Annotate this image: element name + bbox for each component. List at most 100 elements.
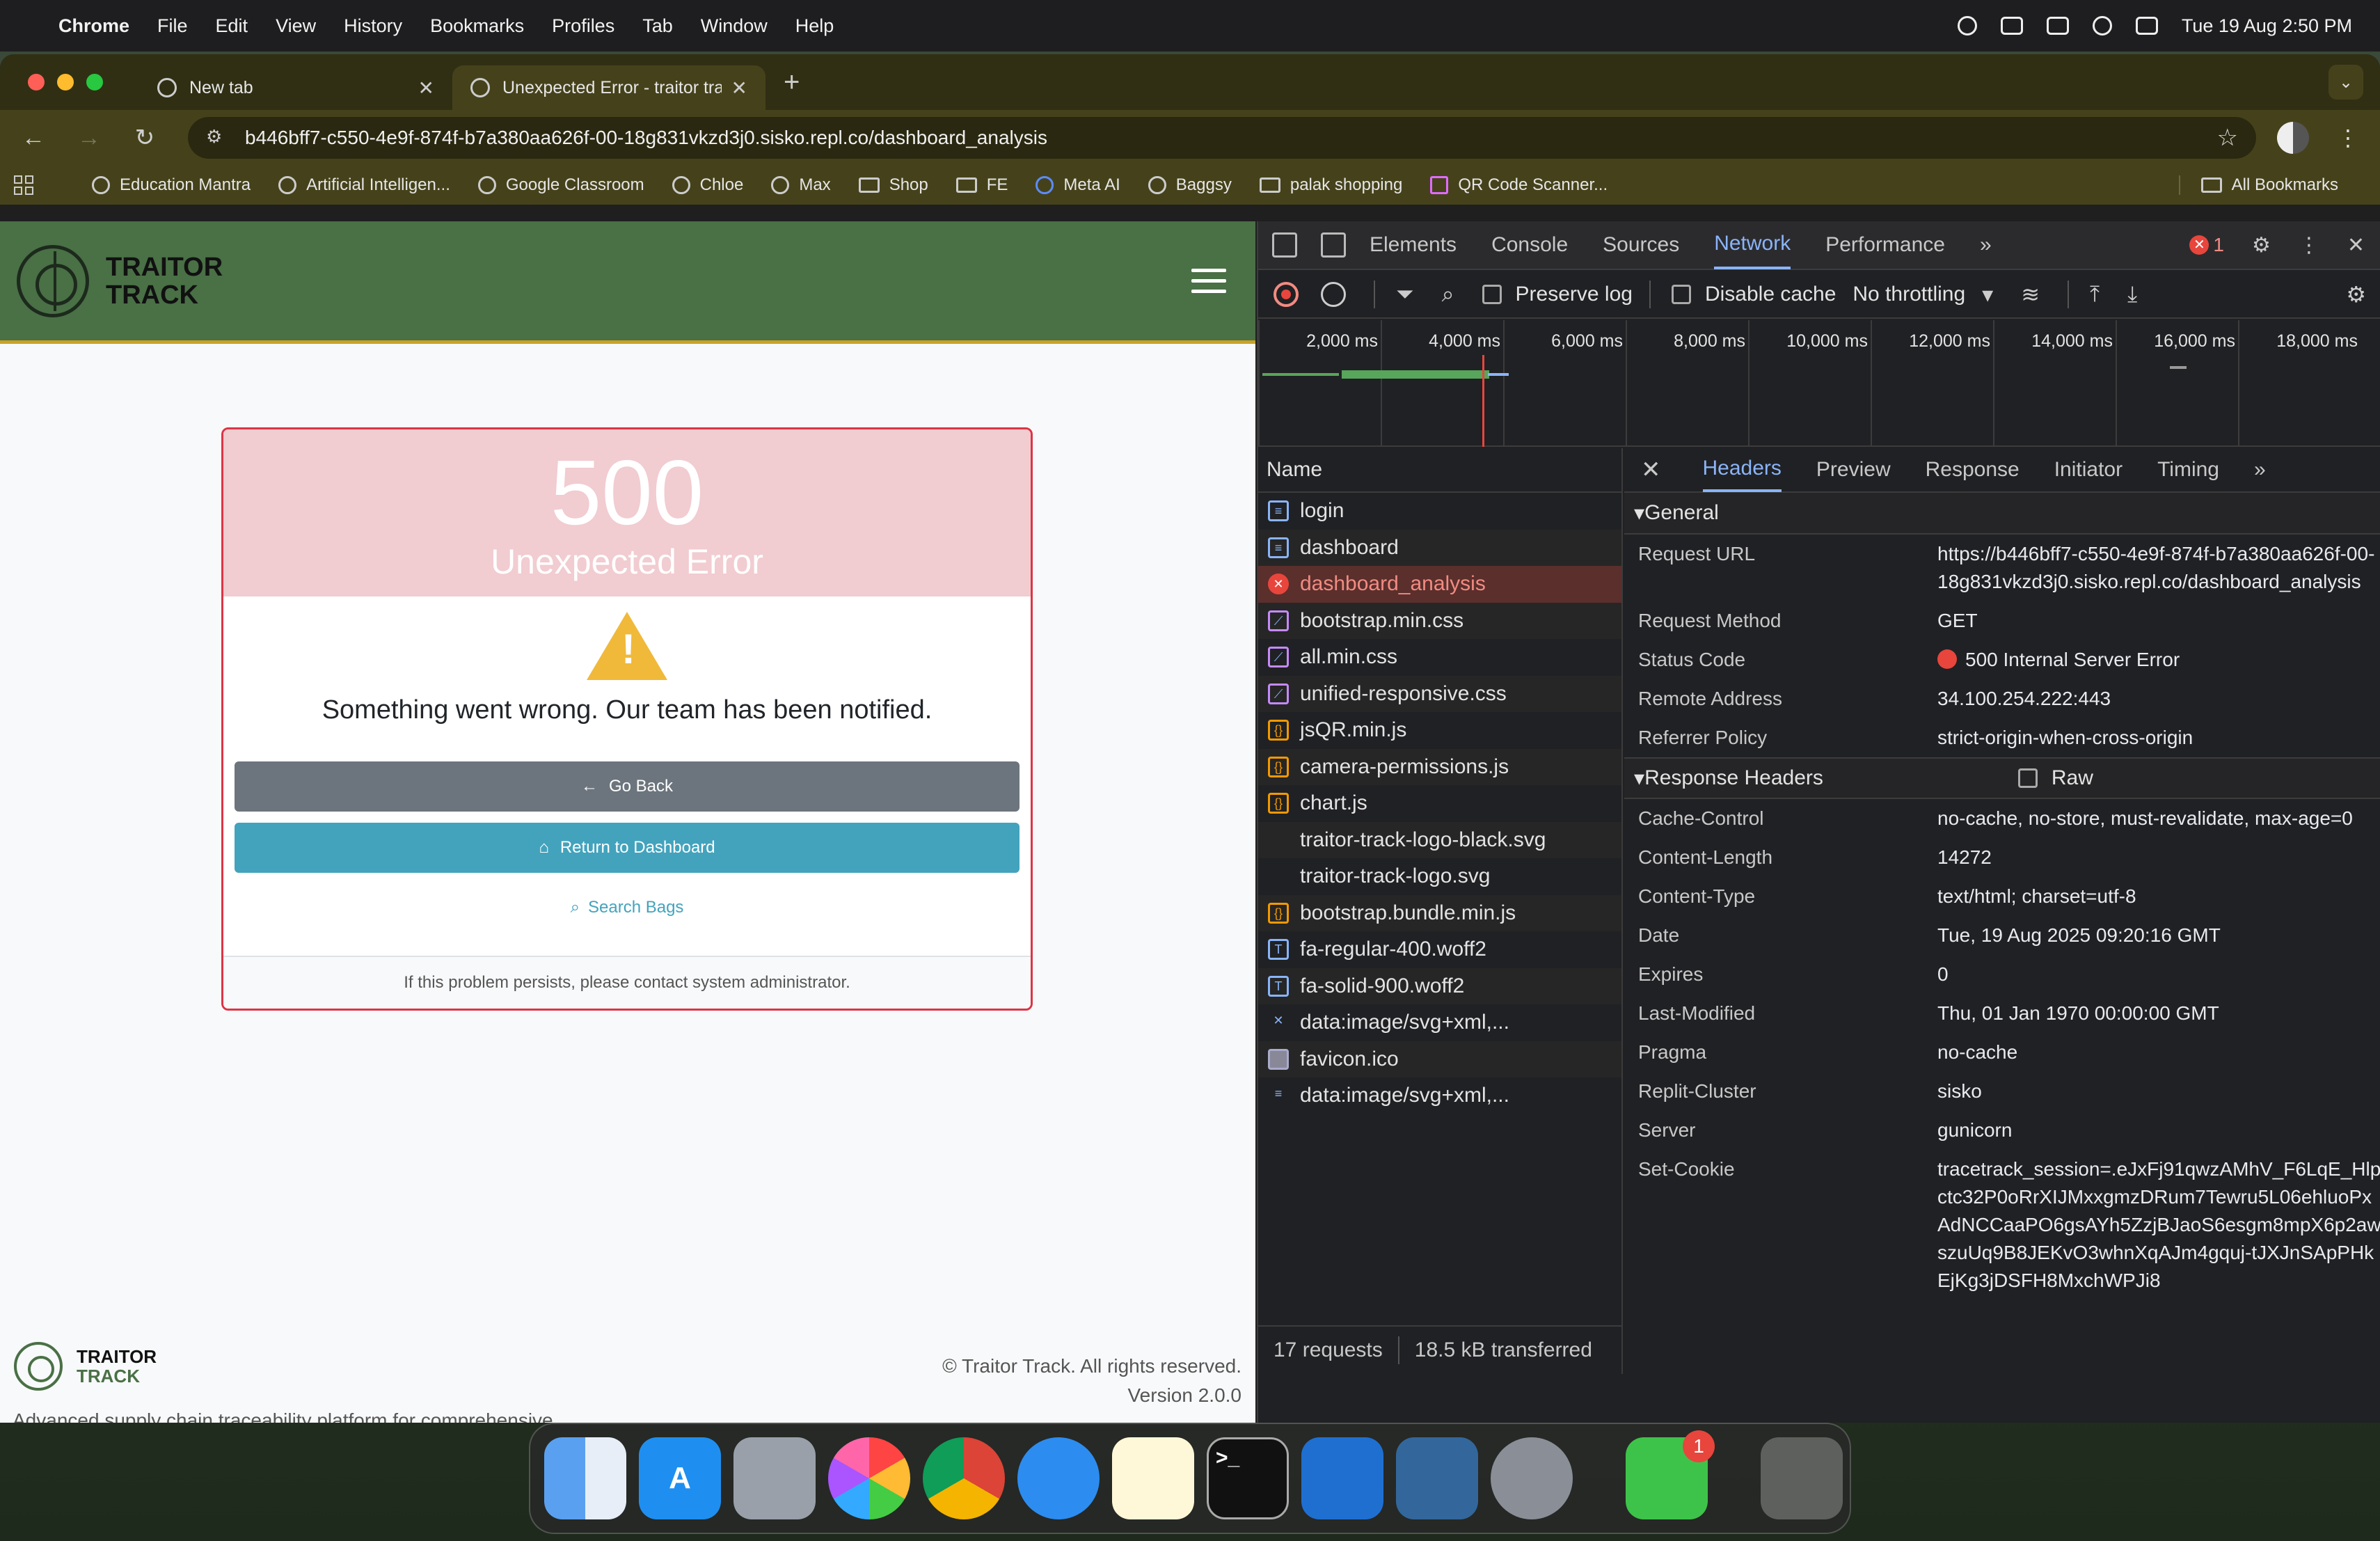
- request-row[interactable]: ≡ data:image/svg+xml,...: [1258, 1077, 1621, 1114]
- preserve-log-checkbox[interactable]: [1482, 285, 1502, 304]
- tab-console[interactable]: Console: [1491, 221, 1568, 269]
- facetime-icon[interactable]: 1: [1626, 1430, 1715, 1519]
- request-row[interactable]: ≡ login: [1258, 493, 1621, 530]
- address-bar-url[interactable]: b446bff7-c550-4e9f-874f-b7a380aa626f-00-…: [245, 127, 1047, 149]
- general-section-header[interactable]: ▾ General: [1624, 493, 2380, 535]
- reload-icon[interactable]: ↻: [132, 124, 157, 152]
- request-row[interactable]: ≡ dashboard: [1258, 529, 1621, 566]
- device-toolbar-icon[interactable]: [1321, 232, 1346, 258]
- play-status-icon[interactable]: [1957, 16, 1977, 35]
- back-arrow-icon[interactable]: ←: [21, 125, 46, 152]
- tab-network[interactable]: Network: [1714, 221, 1791, 269]
- forward-arrow-icon[interactable]: →: [77, 125, 102, 152]
- detail-tab-initiator[interactable]: Initiator: [2054, 448, 2123, 492]
- traitor-track-logo-icon[interactable]: [17, 244, 89, 317]
- tab-close-icon[interactable]: ✕: [731, 77, 747, 100]
- bookmark-chloe[interactable]: Chloe: [672, 175, 743, 195]
- throttling-select[interactable]: No throttling: [1853, 283, 1965, 306]
- bookmark-education-mantra[interactable]: Education Mantra: [92, 175, 251, 195]
- network-settings-icon[interactable]: ⚙: [2346, 281, 2366, 308]
- photos-icon[interactable]: [828, 1437, 910, 1519]
- finder-icon[interactable]: [544, 1437, 626, 1519]
- menu-profiles[interactable]: Profiles: [552, 15, 614, 37]
- raw-checkbox[interactable]: [2017, 768, 2038, 788]
- inspect-element-icon[interactable]: [1272, 232, 1297, 258]
- response-headers-section-header[interactable]: ▾ Response Headers Raw: [1624, 757, 2380, 799]
- detail-tab-timing[interactable]: Timing: [2157, 448, 2219, 492]
- tab-close-icon[interactable]: ✕: [418, 77, 434, 100]
- minimize-window-button[interactable]: [57, 74, 74, 90]
- close-window-button[interactable]: [28, 74, 45, 90]
- more-tabs-chevron-icon[interactable]: »: [1980, 233, 1992, 257]
- menu-help[interactable]: Help: [795, 15, 834, 37]
- app-store-icon[interactable]: A: [639, 1437, 721, 1519]
- request-row[interactable]: {} bootstrap.bundle.min.js: [1258, 894, 1621, 931]
- site-brand[interactable]: TRAITOR TRACK: [106, 253, 223, 309]
- trash-icon[interactable]: [1761, 1437, 1843, 1519]
- tab-elements[interactable]: Elements: [1370, 221, 1457, 269]
- site-info-icon[interactable]: ⚙: [206, 126, 230, 150]
- tab-sources[interactable]: Sources: [1603, 221, 1679, 269]
- more-tabs-chevron-icon[interactable]: »: [2254, 458, 2266, 482]
- menu-bookmarks[interactable]: Bookmarks: [430, 15, 524, 37]
- menu-window[interactable]: Window: [701, 15, 768, 37]
- hamburger-menu-icon[interactable]: [1191, 269, 1226, 293]
- disable-cache-checkbox[interactable]: [1671, 285, 1691, 304]
- request-row[interactable]: ✕ dashboard_analysis: [1258, 566, 1621, 603]
- request-row[interactable]: ⟋ bootstrap.min.css: [1258, 602, 1621, 639]
- request-row[interactable]: {} camera-permissions.js: [1258, 748, 1621, 785]
- request-row[interactable]: favicon.ico: [1258, 1041, 1621, 1077]
- filter-icon[interactable]: ⏷: [1396, 281, 1414, 308]
- devtools-close-icon[interactable]: ✕: [2347, 233, 2365, 258]
- safari-icon[interactable]: [1017, 1437, 1100, 1519]
- all-bookmarks-button[interactable]: All Bookmarks: [2178, 175, 2338, 195]
- bookmark-qr-code-scanner[interactable]: QR Code Scanner...: [1430, 175, 1608, 195]
- search-icon[interactable]: ⌕: [1442, 281, 1454, 308]
- network-overview-timeline[interactable]: 2,000 ms 4,000 ms 6,000 ms 8,000 ms 10,0…: [1258, 320, 2380, 447]
- profile-avatar[interactable]: [2277, 122, 2309, 154]
- clear-icon[interactable]: [1321, 282, 1346, 307]
- menu-edit[interactable]: Edit: [216, 15, 248, 37]
- apps-button[interactable]: [14, 175, 64, 195]
- tab-search-chevron-icon[interactable]: ⌄: [2329, 65, 2363, 100]
- request-row[interactable]: ⟋ all.min.css: [1258, 639, 1621, 676]
- vscode-icon[interactable]: [1301, 1437, 1383, 1519]
- launchpad-icon[interactable]: [733, 1437, 816, 1519]
- go-back-button[interactable]: ← Go Back: [235, 761, 1020, 812]
- export-har-icon[interactable]: ⤓: [2127, 281, 2137, 308]
- menubar-clock[interactable]: Tue 19 Aug 2:50 PM: [2182, 15, 2352, 37]
- close-detail-icon[interactable]: ✕: [1641, 456, 1661, 484]
- request-row[interactable]: traitor-track-logo.svg: [1258, 858, 1621, 895]
- request-row[interactable]: ✕ data:image/svg+xml,...: [1258, 1004, 1621, 1041]
- chevron-down-icon[interactable]: ▾: [1982, 281, 1993, 308]
- menu-app-name[interactable]: Chrome: [58, 15, 129, 37]
- menu-tab[interactable]: Tab: [642, 15, 673, 37]
- tab-unexpected-error[interactable]: Unexpected Error - traitor tra ✕: [452, 65, 765, 110]
- menu-file[interactable]: File: [157, 15, 188, 37]
- bookmark-baggsy[interactable]: Baggsy: [1148, 175, 1232, 195]
- spotlight-search-icon[interactable]: [2092, 16, 2112, 35]
- tab-performance[interactable]: Performance: [1825, 221, 1945, 269]
- bookmark-google-classroom[interactable]: Google Classroom: [477, 175, 644, 195]
- bookmark-meta-ai[interactable]: Meta AI: [1036, 175, 1120, 195]
- screen-mirroring-icon[interactable]: [2046, 17, 2069, 35]
- battery-icon[interactable]: [2000, 17, 2023, 35]
- menu-view[interactable]: View: [276, 15, 316, 37]
- control-center-icon[interactable]: [2135, 17, 2158, 35]
- return-to-dashboard-button[interactable]: ⌂ Return to Dashboard: [235, 823, 1020, 873]
- bookmark-artificial-intelligence[interactable]: Artificial Intelligen...: [278, 175, 450, 195]
- bookmark-folder-shop[interactable]: Shop: [858, 175, 928, 195]
- chrome-menu-icon[interactable]: ⋮: [2337, 125, 2359, 151]
- bookmark-star-icon[interactable]: ☆: [2217, 124, 2238, 152]
- request-row[interactable]: {} jsQR.min.js: [1258, 712, 1621, 749]
- detail-tab-headers[interactable]: Headers: [1702, 448, 1782, 492]
- devtools-settings-icon[interactable]: ⚙: [2252, 233, 2271, 258]
- detail-tab-preview[interactable]: Preview: [1816, 448, 1891, 492]
- devtools-menu-icon[interactable]: ⋮: [2299, 233, 2319, 258]
- detail-tab-response[interactable]: Response: [1926, 448, 2020, 492]
- name-column-header[interactable]: Name: [1258, 448, 1621, 493]
- request-row[interactable]: {} chart.js: [1258, 785, 1621, 822]
- bookmark-folder-palak-shopping[interactable]: palak shopping: [1259, 175, 1402, 195]
- bookmark-folder-fe[interactable]: FE: [955, 175, 1008, 195]
- request-row[interactable]: traitor-track-logo-black.svg: [1258, 821, 1621, 858]
